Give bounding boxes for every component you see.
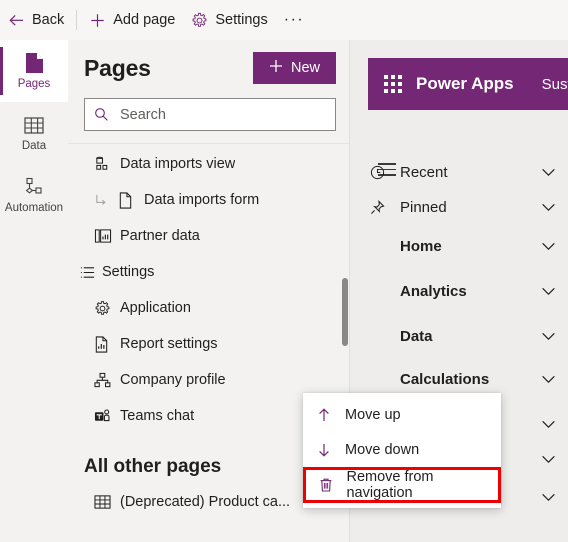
page-title: Pages	[84, 54, 151, 81]
arrow-up-icon	[315, 407, 333, 423]
list-group-label: Settings	[102, 264, 155, 280]
context-menu-item-label: Move up	[345, 406, 401, 423]
app-name: Susta	[541, 75, 568, 93]
list-group-settings[interactable]: Settings	[68, 254, 350, 290]
list-item-label: Data imports view	[120, 156, 236, 172]
chevron-down-icon[interactable]	[541, 168, 556, 177]
list-item-report-settings[interactable]: Report settings	[68, 326, 350, 362]
list-item-application[interactable]: Application	[68, 290, 350, 326]
preview-nav-label: Analytics	[400, 282, 467, 300]
page-context-menu: Move up Move down Remove from navigation	[303, 393, 501, 508]
preview-nav-recent[interactable]: Recent	[368, 159, 568, 185]
gear-icon	[191, 12, 208, 29]
command-divider	[76, 10, 78, 30]
chevron-down-icon[interactable]	[541, 332, 556, 341]
gear-icon	[94, 300, 120, 317]
trash-icon	[317, 477, 334, 493]
preview-nav-label: Recent	[400, 163, 448, 181]
list-item-label: Company profile	[120, 372, 226, 388]
app-launcher-icon[interactable]	[384, 75, 402, 93]
rail-item-pages[interactable]: Pages	[0, 40, 68, 102]
rail-item-automation[interactable]: Automation	[0, 164, 68, 226]
add-page-label: Add page	[113, 12, 176, 28]
product-name: Power Apps	[416, 74, 514, 93]
list-item-label: Data imports form	[144, 192, 260, 208]
preview-nav-calculations[interactable]: Calculations	[368, 366, 568, 392]
rail-item-automation-label: Automation	[4, 202, 64, 214]
context-menu-item-label: Move down	[345, 441, 420, 458]
list-item-partner-data[interactable]: Partner data	[68, 218, 350, 254]
flow-icon	[23, 176, 45, 198]
settings-button[interactable]: Settings	[183, 4, 275, 36]
plus-icon	[269, 59, 283, 77]
command-bar: Back Add page Settings ···	[0, 0, 568, 40]
teams-icon	[94, 408, 120, 425]
add-page-button[interactable]: Add page	[81, 4, 183, 36]
pages-panel-header: Pages New	[68, 40, 350, 84]
preview-nav-label: Home	[400, 237, 442, 255]
new-page-label: New	[290, 60, 320, 76]
left-navigation-rail: Pages Data Automation	[0, 40, 68, 542]
clock-icon	[368, 165, 400, 180]
rail-item-pages-label: Pages	[17, 78, 51, 90]
back-label: Back	[32, 12, 65, 28]
list-item-label: Application	[120, 300, 191, 316]
dashboard-icon	[94, 228, 120, 245]
preview-nav-label: Calculations	[400, 370, 490, 388]
chevron-down-icon[interactable]	[541, 493, 556, 502]
chevron-down-icon[interactable]	[541, 287, 556, 296]
arrow-left-icon	[8, 12, 25, 29]
list-item-data-imports-form[interactable]: Data imports form	[68, 182, 350, 218]
context-menu-item-move-down[interactable]: Move down	[303, 432, 501, 467]
pin-icon	[368, 199, 400, 215]
search-icon	[94, 107, 109, 122]
table-icon	[94, 494, 120, 510]
context-menu-item-label: Remove from navigation	[346, 469, 434, 501]
report-icon	[94, 335, 120, 353]
search-input[interactable]	[118, 105, 326, 124]
chevron-down-icon[interactable]	[541, 375, 556, 384]
list-item-label: Report settings	[120, 336, 218, 352]
context-menu-item-remove-from-navigation[interactable]: Remove from navigation	[303, 467, 501, 503]
form-icon	[118, 191, 144, 209]
preview-nav-label: Pinned	[400, 198, 447, 216]
list-item-data-imports-view[interactable]: Data imports view	[68, 146, 350, 182]
child-arrow-icon	[94, 193, 118, 208]
preview-nav-home[interactable]: Home	[368, 233, 568, 259]
page-icon	[25, 52, 44, 74]
arrow-down-icon	[315, 442, 333, 458]
preview-nav-label: Data	[400, 327, 433, 345]
power-apps-header: Power Apps Susta	[368, 58, 568, 110]
list-item-label: Teams chat	[120, 408, 195, 424]
chevron-down-icon[interactable]	[541, 455, 556, 464]
preview-nav-analytics[interactable]: Analytics	[368, 278, 568, 304]
chevron-down-icon[interactable]	[541, 420, 556, 429]
context-menu-item-move-up[interactable]: Move up	[303, 397, 501, 432]
new-page-button[interactable]: New	[252, 52, 336, 84]
search-box[interactable]	[84, 98, 336, 131]
sitemap-icon	[94, 372, 120, 389]
table-icon	[24, 114, 44, 136]
rail-item-data[interactable]: Data	[0, 102, 68, 164]
rail-item-data-label: Data	[21, 140, 47, 152]
preview-nav-pinned[interactable]: Pinned	[368, 194, 568, 220]
chevron-down-icon[interactable]	[541, 203, 556, 212]
settings-label: Settings	[215, 12, 268, 28]
preview-nav-data[interactable]: Data	[368, 323, 568, 349]
plus-icon	[89, 12, 106, 29]
scrollbar-thumb[interactable]	[342, 278, 348, 346]
list-item-label: Partner data	[120, 228, 200, 244]
chevron-down-icon[interactable]	[541, 242, 556, 251]
group-icon	[80, 265, 102, 280]
back-button[interactable]: Back	[0, 4, 72, 36]
view-icon	[94, 156, 120, 173]
list-item-label: (Deprecated) Product ca...	[120, 494, 291, 510]
command-overflow-button[interactable]: ···	[276, 12, 312, 28]
